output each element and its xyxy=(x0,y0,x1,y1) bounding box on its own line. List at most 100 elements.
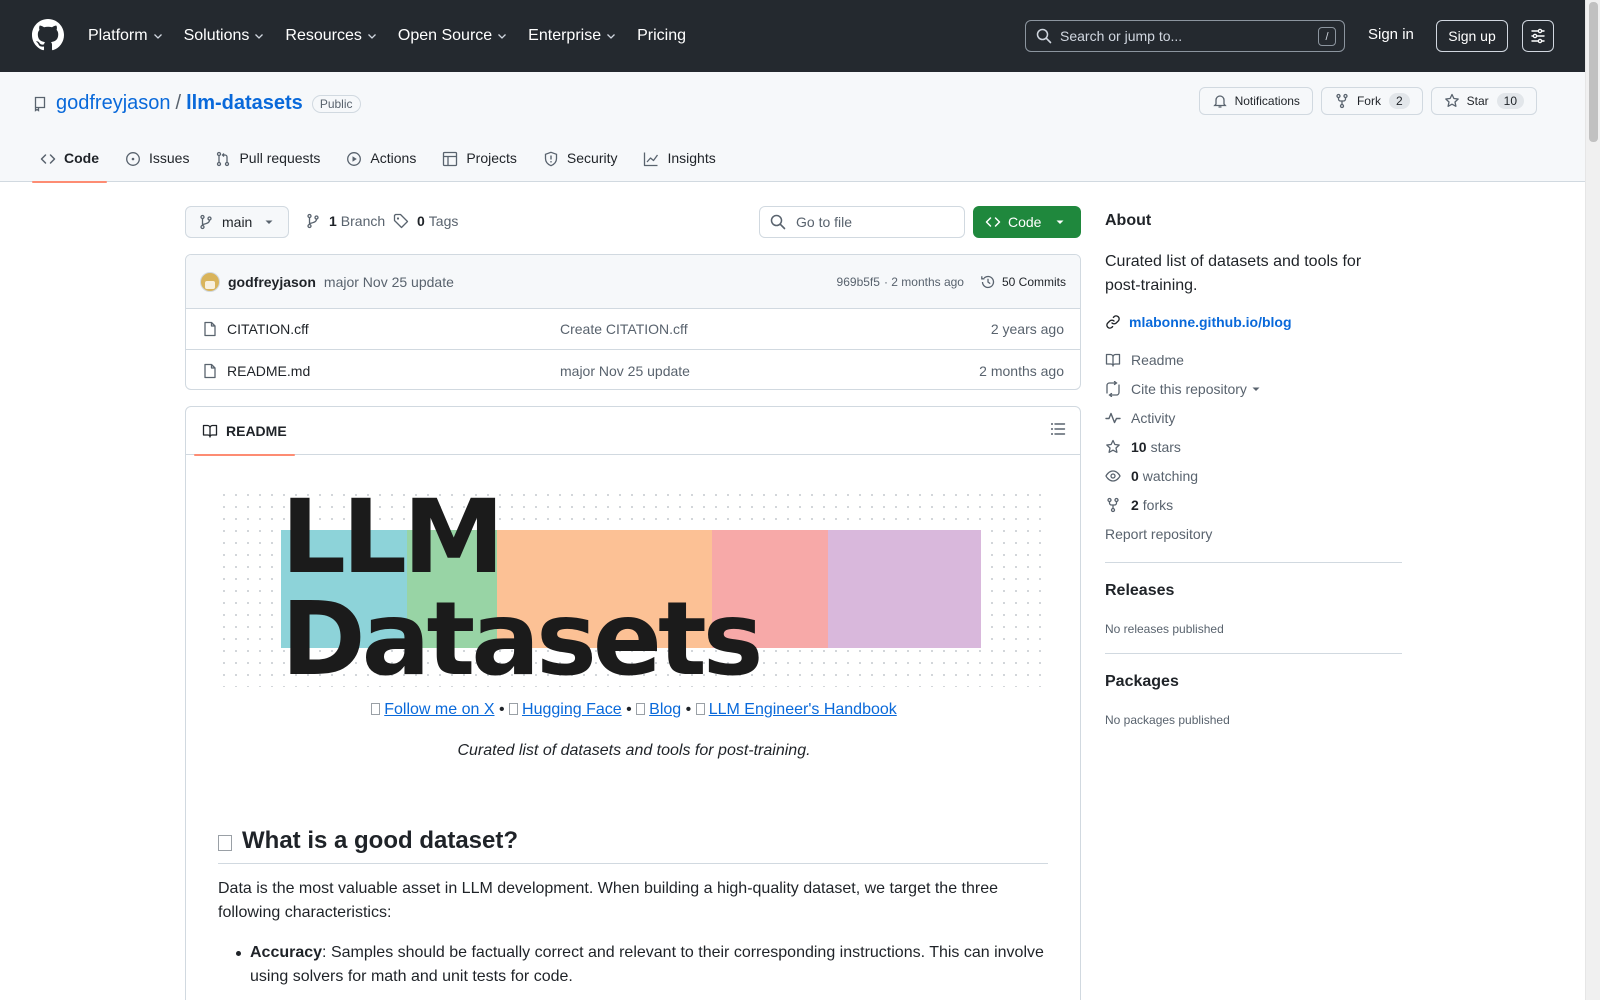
global-header: Platform Solutions Resources Open Source Ent… xyxy=(0,0,1585,72)
readme-paragraph: Data is the most valuable asset in LLM d… xyxy=(218,880,999,921)
bell-icon xyxy=(1212,95,1227,108)
watchers-link[interactable]: 0 watching xyxy=(1105,468,1198,484)
tab-insights-label: Insights xyxy=(667,150,716,166)
tab-issues-label: Issues xyxy=(149,150,190,166)
code-dropdown-button[interactable]: Code xyxy=(973,206,1081,238)
file-name-link[interactable]: README.md xyxy=(227,363,310,379)
notifications-button[interactable]: Notifications xyxy=(1198,87,1313,115)
commit-sha-link[interactable]: 969b5f5 xyxy=(837,275,880,289)
releases-heading[interactable]: Releases xyxy=(1105,582,1174,600)
handbook-link[interactable]: LLM Engineer's Handbook xyxy=(709,701,897,718)
search-icon xyxy=(770,214,786,230)
nav-platform[interactable]: Platform xyxy=(88,27,164,45)
star-count: 10 xyxy=(1496,93,1524,109)
link-icon xyxy=(1106,315,1120,329)
tags-link[interactable]: 0 Tags xyxy=(393,213,458,229)
commit-author-link[interactable]: godfreyjason xyxy=(228,274,316,290)
link-separator: • xyxy=(626,701,632,718)
table-of-contents-button[interactable] xyxy=(1050,421,1066,437)
commit-time: · 2 months ago xyxy=(883,275,964,289)
fork-count: 2 xyxy=(1388,93,1410,109)
page-scrollbar[interactable] xyxy=(1585,0,1600,1000)
branch-icon xyxy=(307,213,319,229)
tab-issues[interactable]: Issues xyxy=(117,140,197,182)
commits-count-label: 50 Commits xyxy=(1001,275,1066,289)
tab-projects[interactable]: Projects xyxy=(434,140,525,182)
file-icon xyxy=(204,363,216,378)
packages-heading[interactable]: Packages xyxy=(1105,673,1179,691)
tab-insights[interactable]: Insights xyxy=(635,140,723,182)
commits-history-link[interactable]: 50 Commits xyxy=(980,274,1066,290)
cite-repository-button[interactable]: Cite this repository xyxy=(1105,381,1261,397)
commit-message-link[interactable]: major Nov 25 update xyxy=(324,274,454,290)
history-icon xyxy=(981,275,995,289)
avatar[interactable] xyxy=(200,271,220,292)
issue-icon xyxy=(126,152,140,166)
file-name-link[interactable]: CITATION.cff xyxy=(227,321,309,337)
branch-name: main xyxy=(222,214,253,230)
file-row[interactable]: README.md major Nov 25 update 2 months a… xyxy=(186,350,1080,389)
search-shortcut-hint: / xyxy=(1318,27,1336,46)
tab-actions[interactable]: Actions xyxy=(338,140,424,182)
tab-code[interactable]: Code xyxy=(32,140,107,183)
star-button[interactable]: Star 10 xyxy=(1430,87,1537,115)
nav-solutions[interactable]: Solutions xyxy=(184,27,266,45)
fork-button[interactable]: Fork 2 xyxy=(1320,87,1423,115)
readme-panel: README LLM Datasets Follow me on X • Hug… xyxy=(185,406,1081,1000)
emoji-placeholder-icon xyxy=(509,703,519,715)
stars-link[interactable]: 10 stars xyxy=(1105,439,1181,455)
branches-link[interactable]: 1 Branch xyxy=(305,213,385,229)
tab-pull-requests[interactable]: Pull requests xyxy=(207,140,328,182)
readme-tab[interactable]: README xyxy=(194,407,295,456)
file-commit-message[interactable]: Create CITATION.cff xyxy=(560,321,688,337)
fork-icon xyxy=(1336,93,1348,109)
nav-enterprise[interactable]: Enterprise xyxy=(528,27,617,45)
fork-icon xyxy=(1107,497,1119,513)
sign-up-button[interactable]: Sign up xyxy=(1436,20,1508,52)
tab-actions-label: Actions xyxy=(370,150,417,166)
menu-toggle-button[interactable] xyxy=(1522,20,1554,52)
repo-name-link[interactable]: llm-datasets xyxy=(186,92,303,115)
caret-down-icon xyxy=(1252,387,1260,391)
hugging-face-link[interactable]: Hugging Face xyxy=(522,701,622,718)
caret-down-icon xyxy=(265,220,273,224)
nav-label: Resources xyxy=(285,27,362,44)
repo-owner-link[interactable]: godfreyjason xyxy=(56,92,171,115)
homepage-link[interactable]: mlabonne.github.io/blog xyxy=(1105,314,1292,330)
about-heading: About xyxy=(1105,212,1152,229)
scrollbar-thumb[interactable] xyxy=(1589,2,1598,142)
file-commit-date: 2 months ago xyxy=(979,362,1064,379)
star-label: Star xyxy=(1466,94,1489,108)
tab-security[interactable]: Security xyxy=(535,140,626,182)
nav-open-source[interactable]: Open Source xyxy=(398,27,508,45)
cite-icon xyxy=(1106,381,1120,397)
emoji-placeholder-icon xyxy=(695,703,705,715)
blog-link[interactable]: Blog xyxy=(649,701,681,718)
bullet-term: Accuracy xyxy=(250,944,323,961)
branch-count: 1 xyxy=(329,213,337,229)
report-repository-link[interactable]: Report repository xyxy=(1105,526,1212,542)
forks-label: forks xyxy=(1142,497,1174,513)
watching-count: 0 xyxy=(1131,468,1139,484)
github-logo-icon[interactable] xyxy=(32,19,64,51)
emoji-placeholder-icon xyxy=(371,703,381,715)
nav-resources[interactable]: Resources xyxy=(285,27,377,45)
sign-in-link[interactable]: Sign in xyxy=(1368,26,1414,43)
code-icon xyxy=(40,154,56,164)
readme-link[interactable]: Readme xyxy=(1105,352,1184,368)
search-input[interactable]: Search or jump to... / xyxy=(1025,20,1345,52)
file-commit-message[interactable]: major Nov 25 update xyxy=(560,363,690,379)
activity-link[interactable]: Activity xyxy=(1105,410,1175,426)
follow-x-link[interactable]: Follow me on X xyxy=(384,701,494,718)
go-to-file-input[interactable]: Go to file xyxy=(759,206,965,238)
file-row[interactable]: CITATION.cff Create CITATION.cff 2 years… xyxy=(186,309,1080,350)
emoji-placeholder-icon xyxy=(218,834,232,851)
file-browser: godfreyjason major Nov 25 update 969b5f5… xyxy=(185,254,1081,390)
repo-icon xyxy=(34,96,46,112)
forks-link[interactable]: 2 forks xyxy=(1105,497,1173,513)
nav-pricing[interactable]: Pricing xyxy=(637,27,686,45)
readme-heading-text: What is a good dataset? xyxy=(242,827,519,854)
tag-label: Tags xyxy=(428,213,459,229)
branch-select-button[interactable]: main xyxy=(185,206,289,238)
file-icon xyxy=(204,321,216,337)
